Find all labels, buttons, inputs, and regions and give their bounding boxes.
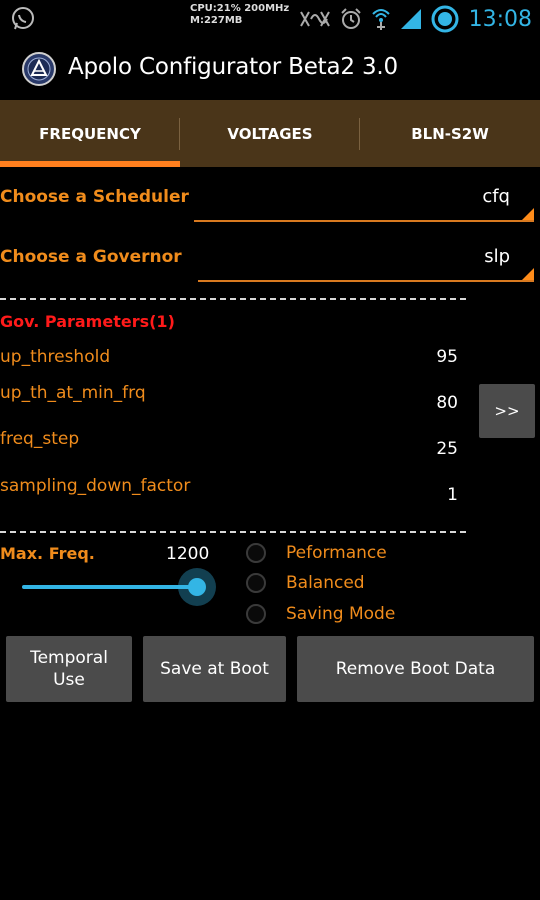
tab-bln-s2w[interactable]: BLN-S2W (360, 100, 540, 167)
app-title: Apolo Configurator Beta2 3.0 (68, 54, 398, 80)
mode-balanced[interactable]: Balanced (246, 573, 365, 593)
radio-button[interactable] (246, 604, 266, 624)
radio-button[interactable] (246, 543, 266, 563)
mode-label: Saving Mode (286, 604, 396, 624)
max-freq-value: 1200 (166, 544, 210, 564)
param-name: sampling_down_factor (0, 476, 191, 496)
radio-button[interactable] (246, 573, 266, 593)
status-icons: 13:08 (299, 4, 532, 34)
mode-label: Balanced (286, 573, 365, 593)
spinner-arrow-icon (522, 208, 534, 220)
signal-blocked-icon (299, 11, 330, 27)
tab-voltages[interactable]: VOLTAGES (180, 100, 360, 167)
max-freq-slider-track[interactable] (22, 585, 198, 589)
wifi-icon (371, 9, 390, 30)
governor-spinner[interactable]: slp (198, 246, 534, 282)
max-freq-slider-thumb[interactable] (188, 578, 206, 596)
gov-params-title: Gov. Parameters(1) (0, 312, 175, 331)
scheduler-value: cfq (482, 186, 510, 207)
param-value[interactable]: 80 (436, 393, 458, 413)
tab-voltages-label: VOLTAGES (227, 124, 313, 143)
divider (0, 531, 466, 533)
max-freq-label: Max. Freq. (0, 544, 95, 563)
battery-icon (431, 5, 459, 33)
governor-label: Choose a Governor (0, 247, 182, 267)
tab-bln-s2w-label: BLN-S2W (411, 124, 489, 143)
tab-frequency-label: FREQUENCY (39, 124, 141, 143)
app-screen: CPU:21% 200MHz M:227MB 13:08 Apolo Confi… (0, 0, 540, 900)
whatsapp-icon (12, 7, 34, 30)
scheduler-label: Choose a Scheduler (0, 187, 189, 207)
alarm-icon (340, 8, 361, 29)
cpu-readout-line1: CPU:21% 200MHz (190, 3, 290, 14)
param-value[interactable]: 1 (447, 485, 458, 505)
mode-saving[interactable]: Saving Mode (246, 604, 395, 624)
cpu-readout: CPU:21% 200MHz M:227MB (190, 3, 289, 27)
save-at-boot-button[interactable]: Save at Boot (143, 636, 286, 702)
param-name: up_th_at_min_frq (0, 383, 146, 403)
param-value[interactable]: 25 (436, 439, 458, 459)
tab-bar: FREQUENCY VOLTAGES BLN-S2W (0, 100, 540, 167)
mode-label: Peformance (286, 543, 387, 563)
clock-time: 13:08 (468, 6, 532, 32)
remove-boot-data-label: Remove Boot Data (335, 659, 496, 679)
tab-divider (359, 118, 360, 150)
scheduler-spinner[interactable]: cfq (194, 186, 534, 222)
action-bar: Apolo Configurator Beta2 3.0 (0, 38, 540, 100)
app-logo-icon (22, 52, 56, 86)
cell-signal-icon (400, 9, 421, 29)
save-at-boot-label: Save at Boot (160, 659, 269, 679)
param-value[interactable]: 95 (436, 347, 458, 367)
remove-boot-data-button[interactable]: Remove Boot Data (297, 636, 534, 702)
spinner-arrow-icon (522, 268, 534, 280)
divider (0, 298, 466, 300)
status-bar: CPU:21% 200MHz M:227MB 13:08 (0, 0, 540, 38)
temporal-use-button[interactable]: Temporal Use (6, 636, 132, 702)
tab-divider (179, 118, 180, 150)
next-params-button[interactable]: >> (479, 384, 535, 438)
temporal-use-label: Temporal Use (30, 648, 108, 690)
param-name: up_threshold (0, 347, 111, 367)
tab-frequency[interactable]: FREQUENCY (0, 100, 180, 167)
mode-performance[interactable]: Peformance (246, 543, 387, 563)
cpu-readout-line2: M:227MB (190, 15, 243, 26)
governor-value: slp (484, 246, 510, 267)
param-name: freq_step (0, 429, 80, 449)
